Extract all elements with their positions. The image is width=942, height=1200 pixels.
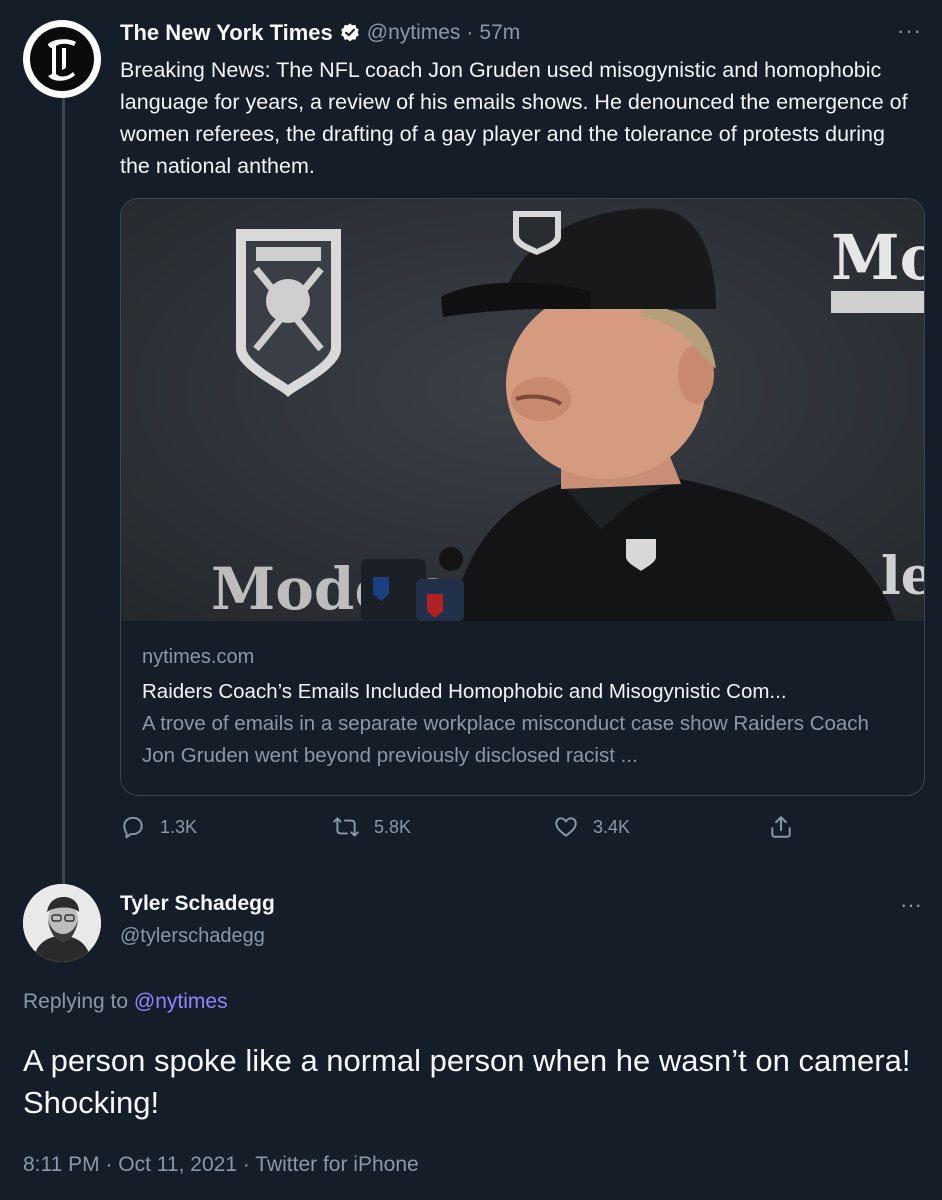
heart-icon xyxy=(555,817,577,837)
link-preview-card[interactable]: Mo Modelo le xyxy=(120,198,925,796)
reply-author-handle[interactable]: @tylerschadegg xyxy=(120,925,265,948)
author-handle[interactable]: @nytimes xyxy=(367,21,461,45)
like-button[interactable]: 3.4K xyxy=(553,814,630,840)
reply-timestamp-meta[interactable]: 8:11 PM · Oct 11, 2021 · Twitter for iPh… xyxy=(23,1153,419,1177)
author-name[interactable]: The New York Times xyxy=(120,20,333,46)
reply-body-text: A person spoke like a normal person when… xyxy=(23,1043,911,1120)
retweet-icon xyxy=(333,817,359,837)
tyler-avatar[interactable] xyxy=(23,884,101,962)
tweet1-header: The New York Times @nytimes · 57m xyxy=(120,18,520,48)
replying-to-link[interactable]: @nytimes xyxy=(134,990,228,1013)
more-options-icon[interactable]: ··· xyxy=(897,18,922,44)
replying-prefix: Replying to xyxy=(23,990,134,1013)
nyt-logo-icon xyxy=(30,27,94,91)
profile-photo xyxy=(23,884,101,962)
svg-text:Mo: Mo xyxy=(831,221,924,294)
nytimes-avatar[interactable] xyxy=(23,20,101,98)
card-title[interactable]: Raiders Coach’s Emails Included Homophob… xyxy=(142,676,902,708)
tweet1-body-text: Breaking News: The NFL coach Jon Gruden … xyxy=(120,58,908,178)
more-options-icon-reply[interactable]: ··· xyxy=(900,892,922,918)
retweet-button[interactable]: 5.8K xyxy=(332,814,411,840)
thread-connector-line xyxy=(62,96,65,884)
like-count: 3.4K xyxy=(593,816,631,837)
card-meta: nytimes.com Raiders Coach’s Emails Inclu… xyxy=(142,642,902,772)
article-photo: Mo Modelo le xyxy=(121,199,924,621)
verified-badge-icon xyxy=(340,23,359,42)
reply-icon xyxy=(123,816,143,839)
separator-dot: · xyxy=(466,21,474,44)
tweet-timestamp[interactable]: 57m xyxy=(479,21,520,45)
replying-to-line: Replying to @nytimes xyxy=(23,990,228,1014)
reply-author-name[interactable]: Tyler Schadegg xyxy=(120,892,275,916)
share-icon xyxy=(771,816,791,838)
card-domain: nytimes.com xyxy=(142,646,255,668)
reply-count: 1.3K xyxy=(160,816,198,837)
tweet1-action-bar: 1.3K 5.8K 3.4K xyxy=(120,814,920,850)
share-button[interactable] xyxy=(768,814,808,840)
reply-button[interactable]: 1.3K xyxy=(120,814,197,840)
retweet-count: 5.8K xyxy=(374,816,412,837)
card-description: A trove of emails in a separate workplac… xyxy=(142,712,869,767)
nyt-t-icon xyxy=(48,39,76,81)
svg-text:le: le xyxy=(881,546,924,607)
